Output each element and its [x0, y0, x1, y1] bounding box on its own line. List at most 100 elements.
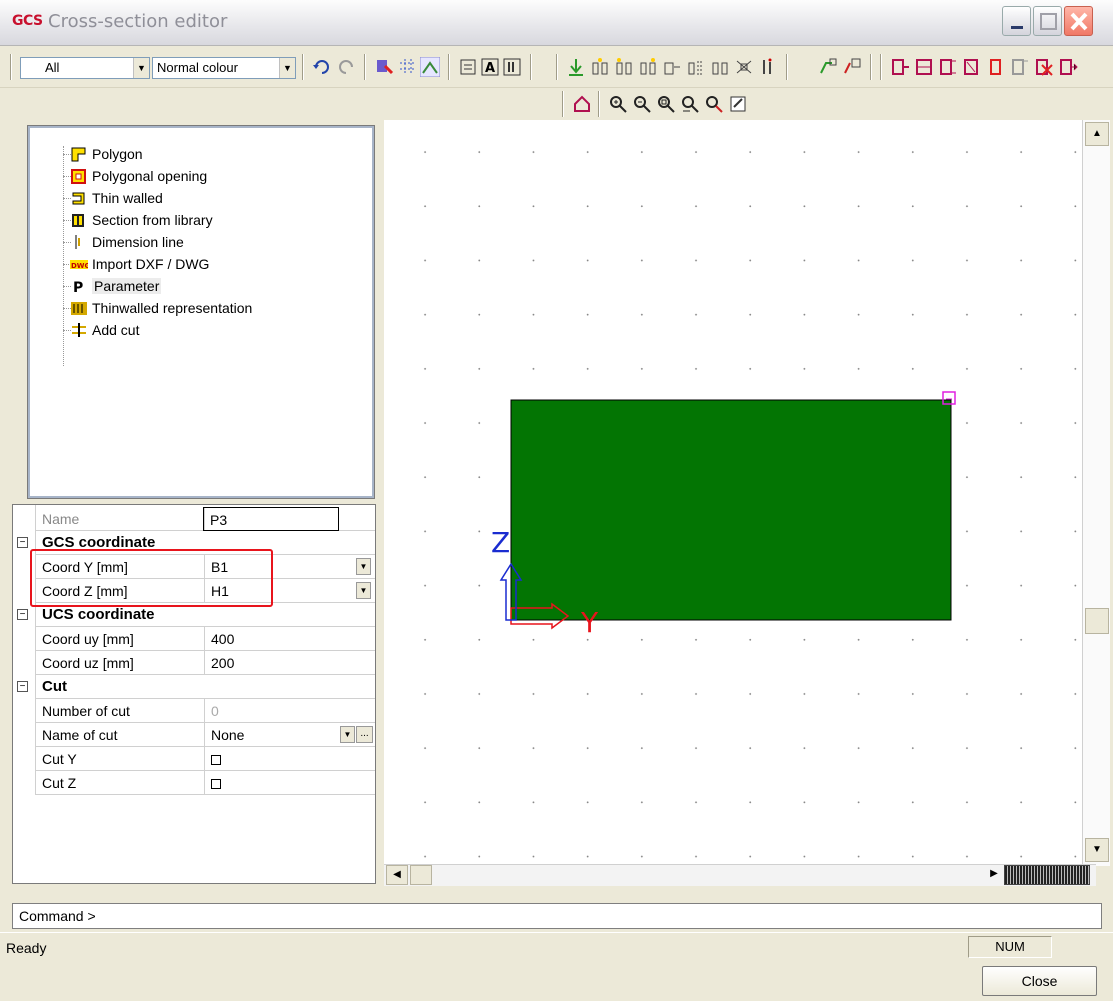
collapse-icon[interactable]: − [17, 609, 28, 620]
section-tool-2-icon[interactable] [914, 57, 934, 77]
svg-text:P: P [73, 280, 83, 294]
colour-combo[interactable]: Normal colour ▼ [152, 57, 296, 79]
section-tool-7-icon[interactable] [1058, 57, 1078, 77]
redo-icon[interactable] [336, 57, 356, 77]
select-tool-icon[interactable] [374, 57, 394, 77]
text-icon[interactable]: A [480, 57, 500, 77]
chevron-down-icon[interactable]: ▼ [133, 58, 149, 78]
section-tool-5-icon[interactable] [986, 57, 1006, 77]
vertical-scrollbar[interactable]: ▲ ▼ [1082, 120, 1110, 866]
drawing-canvas[interactable]: Z Y [384, 120, 1096, 866]
name-field[interactable]: P3 [203, 507, 339, 531]
zoom-in-icon[interactable] [608, 94, 628, 114]
horizontal-scrollbar[interactable]: ◀ ▶ [384, 864, 1096, 886]
window-title: Cross-section editor [48, 11, 228, 32]
insert-point-icon[interactable] [566, 57, 586, 77]
grid-icon[interactable] [398, 57, 418, 77]
redraw-icon[interactable] [728, 94, 748, 114]
section-tool-4-icon[interactable] [962, 57, 982, 77]
scroll-up-icon[interactable]: ▲ [1085, 122, 1109, 146]
close-window-button[interactable] [1064, 6, 1093, 36]
move-vertex-icon[interactable] [614, 57, 634, 77]
tree-item-thinwalled-representation[interactable]: Thinwalled representation [70, 297, 252, 319]
app-logo: GCS [12, 13, 43, 29]
chevron-down-icon[interactable]: ▼ [356, 558, 371, 575]
vertical-scroll-thumb[interactable] [1085, 608, 1109, 634]
tree-item-polygonal-opening[interactable]: Polygonal opening [70, 165, 207, 187]
cross-section-polygon[interactable] [510, 399, 952, 621]
zoom-window-icon[interactable] [656, 94, 676, 114]
scroll-right-icon[interactable]: ▶ [984, 865, 1004, 885]
property-row-cut-y[interactable]: Cut Y [13, 747, 375, 771]
split-handle[interactable] [1004, 865, 1090, 885]
zoom-previous-icon[interactable] [704, 94, 724, 114]
collapse-icon[interactable]: − [17, 537, 28, 548]
info-icon[interactable] [502, 57, 522, 77]
scroll-left-icon[interactable]: ◀ [386, 865, 408, 885]
canvas-drawing: Z Y [491, 391, 956, 639]
connect-icon[interactable] [818, 57, 838, 77]
scroll-down-icon[interactable]: ▼ [1085, 838, 1109, 862]
coord-uz-field[interactable]: 200 [205, 651, 375, 675]
tree-item-dimension-line[interactable]: Dimension line [70, 231, 184, 253]
tree-item-parameter[interactable]: P Parameter [70, 275, 162, 297]
colour-combo-value: Normal colour [157, 60, 238, 75]
highlight-box [30, 549, 273, 607]
parameter-icon: P [73, 280, 83, 294]
minimize-button[interactable] [1002, 6, 1031, 36]
tree-item-import-dxf[interactable]: DWG Import DXF / DWG [70, 253, 209, 275]
command-input[interactable]: Command > [12, 903, 1102, 929]
properties-icon[interactable] [458, 57, 478, 77]
property-row-number-of-cut: Number of cut 0 [13, 699, 375, 723]
tree-item-label: Section from library [92, 212, 213, 228]
collapse-icon[interactable]: − [17, 681, 28, 692]
delete-section-icon[interactable] [1034, 57, 1054, 77]
tree-item-thin-walled[interactable]: Thin walled [70, 187, 163, 209]
property-label: Name [35, 507, 205, 531]
tree-item-section-library[interactable]: Section from library [70, 209, 213, 231]
section-tool-6-icon[interactable] [1010, 57, 1030, 77]
maximize-button[interactable] [1033, 6, 1062, 36]
property-row-coord-uy[interactable]: Coord uy [mm] 400 [13, 627, 375, 651]
toolbar-separator [786, 54, 788, 80]
snap-grid-icon[interactable] [420, 57, 440, 77]
cut-y-checkbox[interactable] [211, 755, 221, 765]
section-tool-1-icon[interactable] [890, 57, 910, 77]
y-axis-label: Y [580, 606, 599, 639]
cut-z-checkbox[interactable] [211, 779, 221, 789]
section-tool-3-icon[interactable] [938, 57, 958, 77]
tree-item-label: Dimension line [92, 234, 184, 250]
split-edge-icon[interactable] [638, 57, 658, 77]
home-view-icon[interactable] [572, 94, 592, 114]
disconnect-icon[interactable] [842, 57, 862, 77]
property-row-cut-z[interactable]: Cut Z [13, 771, 375, 795]
property-label: Name of cut [35, 723, 205, 747]
chevron-down-icon[interactable]: ▼ [340, 726, 355, 743]
horizontal-scroll-thumb[interactable] [410, 865, 432, 885]
num-lock-indicator: NUM [968, 936, 1052, 958]
rotate-icon[interactable] [710, 57, 730, 77]
tree-item-polygon[interactable]: Polygon [70, 143, 143, 165]
coord-uy-field[interactable]: 400 [205, 627, 375, 651]
category-cut[interactable]: − Cut [13, 675, 375, 699]
offset-icon[interactable] [662, 57, 682, 77]
chevron-down-icon[interactable]: ▼ [356, 582, 371, 599]
property-row-name-of-cut[interactable]: Name of cut None ▼ ... [13, 723, 375, 747]
undo-icon[interactable] [312, 57, 332, 77]
tree-item-add-cut[interactable]: Add cut [70, 319, 139, 341]
chevron-down-icon[interactable]: ▼ [279, 58, 295, 78]
property-row-coord-uz[interactable]: Coord uz [mm] 200 [13, 651, 375, 675]
toolbar-separator [10, 54, 12, 80]
scale-icon[interactable] [734, 57, 754, 77]
mirror-icon[interactable] [686, 57, 706, 77]
browse-button[interactable]: ... [356, 726, 373, 743]
status-bar [0, 932, 1113, 960]
zoom-out-icon[interactable] [632, 94, 652, 114]
add-vertex-icon[interactable] [590, 57, 610, 77]
close-button[interactable]: Close [982, 966, 1097, 996]
property-row-name[interactable]: Name P3 [13, 507, 375, 531]
filter-combo[interactable]: All ▼ [20, 57, 150, 79]
zoom-all-icon[interactable] [680, 94, 700, 114]
toolbar-separator [556, 54, 558, 80]
align-icon[interactable] [758, 57, 778, 77]
